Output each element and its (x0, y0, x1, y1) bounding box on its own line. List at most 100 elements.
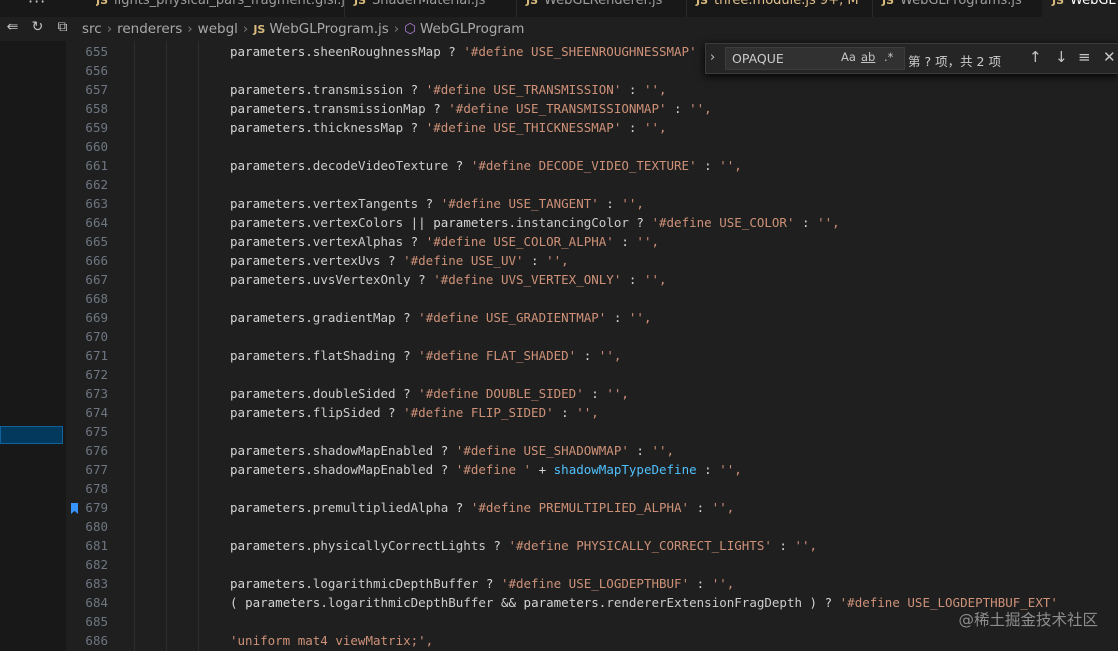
code-token: decodeVideoTexture (312, 158, 449, 173)
code-token: 'uniform mat4 viewMatrix;', (230, 633, 434, 648)
code-token: ? (380, 405, 404, 420)
code-editor[interactable]: parameters.sheenRoughnessMap ? '#define … (230, 41, 1118, 651)
tab-label: WebGLRenderer.js (544, 0, 663, 8)
tab-three-module[interactable]: JS three.module.js 9+, M (686, 0, 873, 17)
line-number: 664 (85, 215, 108, 230)
code-line: parameters.vertexColors || parameters.in… (230, 215, 840, 230)
code-token: '', (643, 120, 667, 135)
copy-icon[interactable]: ⧉ (50, 19, 75, 35)
code-token: parameters. (230, 120, 313, 135)
tab-webgl-program[interactable]: JS WebGL (1042, 0, 1118, 17)
line-number: 671 (85, 348, 108, 363)
tab-bar: ··· JS lights_physical_pars_fragment.glsl… (0, 0, 1118, 17)
code-token: : (689, 576, 712, 591)
selection-icon[interactable]: ≡ (1078, 48, 1091, 66)
line-number: 674 (85, 405, 108, 420)
selected-row[interactable] (0, 426, 63, 444)
code-token: '#define USE_LOGDEPTHBUF' (500, 576, 690, 591)
code-token: '#define USE_GRADIENTMAP' (418, 310, 607, 325)
code-token: : (576, 348, 599, 363)
code-token: ? (395, 310, 419, 325)
chevron-right-icon[interactable]: › (710, 50, 715, 65)
line-number-gutter: 655 656 657 658 659 660 661 662 663 664 665 666 667 6… (66, 41, 186, 651)
find-input[interactable] (725, 47, 905, 70)
line-number: 668 (85, 291, 108, 306)
arrow-down-icon[interactable]: ↓ (1055, 48, 1068, 66)
code-token: parameters. (523, 595, 607, 610)
code-token: '#define PREMULTIPLIED_ALPHA' (470, 500, 690, 515)
code-token: '', (598, 348, 622, 363)
breadcrumb-item[interactable]: webgl (198, 21, 238, 37)
code-token: ? (440, 44, 464, 59)
line-number: 673 (85, 386, 108, 401)
breadcrumb: src › renderers › webgl › JS WebGLProgram.js › ⬡ W… (82, 21, 524, 37)
code-token: '#define USE_COLOR_ALPHA' (425, 234, 614, 249)
code-line: parameters.gradientMap ? '#define USE_GR… (230, 310, 651, 325)
code-line: parameters.shadowMapEnabled ? '#define '… (230, 462, 742, 477)
tab-webgl-renderer[interactable]: JS WebGLRenderer.js (516, 0, 687, 17)
regex-icon[interactable]: .* (884, 50, 893, 64)
code-token: '', (794, 538, 818, 553)
match-case-icon[interactable]: Aa (841, 50, 856, 64)
code-token: && (493, 595, 524, 610)
code-token: parameters. (230, 405, 313, 420)
tab-label: lights_physical_pars_fragment.glsl.js (114, 0, 345, 8)
breadcrumb-item[interactable]: WebGLProgram (420, 21, 524, 37)
code-token: vertexUvs (312, 253, 381, 268)
tab-webgl-programs[interactable]: JS WebGLPrograms.js (872, 0, 1043, 17)
line-number: 659 (85, 120, 108, 135)
indent-guide (198, 41, 199, 651)
code-token: '', (651, 443, 675, 458)
tab-shader-material[interactable]: JS ShaderMaterial.js (344, 0, 517, 17)
breadcrumb-item[interactable]: renderers (117, 21, 182, 37)
code-token: vertexTangents (312, 196, 419, 211)
code-token: '', (719, 462, 742, 477)
tab-lights-physical-pars-fragment[interactable]: JS lights_physical_pars_fragment.glsl.js (96, 0, 345, 17)
code-token: ? (478, 576, 501, 591)
code-token: ? (403, 82, 426, 97)
code-token: ? (433, 443, 456, 458)
line-number: 676 (85, 443, 108, 458)
code-token: parameters. (433, 215, 517, 230)
find-widget: › Aa ab .* 第 ? 项，共 2 项 ↑ ↓ ≡ ✕ (705, 43, 1118, 74)
more-actions-icon[interactable]: ··· (28, 0, 46, 11)
code-token: '#define USE_TRANSMISSION' (425, 82, 622, 97)
code-token: '', (576, 405, 599, 420)
code-token: parameters. (230, 443, 313, 458)
code-token: : (613, 234, 637, 249)
code-token: ( (230, 595, 246, 610)
code-token: : (696, 462, 720, 477)
line-number: 661 (85, 158, 108, 173)
line-number: 681 (85, 538, 108, 553)
breadcrumb-item[interactable]: src (82, 21, 102, 37)
code-token: '', (621, 196, 644, 211)
js-file-icon: JS (882, 0, 895, 7)
code-line: parameters.thicknessMap ? '#define USE_T… (230, 120, 667, 135)
undo-icon[interactable]: ↻ (25, 19, 50, 35)
editor-window: ··· JS lights_physical_pars_fragment.glsl… (0, 0, 1118, 651)
code-token: ? (395, 386, 419, 401)
code-token: : (666, 101, 690, 116)
breadcrumb-item[interactable]: WebGLProgram.js (269, 21, 388, 37)
code-token: flatShading (312, 348, 396, 363)
code-token: : (794, 215, 818, 230)
line-number: 663 (85, 196, 108, 211)
code-token: ? (403, 120, 426, 135)
code-token: doubleSided (312, 386, 396, 401)
split-editor-icon[interactable]: ⇚ (0, 19, 25, 35)
code-line: parameters.sheenRoughnessMap ? '#define … (230, 44, 742, 59)
code-token: : (598, 196, 622, 211)
code-token: : (621, 272, 644, 287)
code-token: '#define USE_TANGENT' (440, 196, 599, 211)
arrow-up-icon[interactable]: ↑ (1029, 48, 1042, 66)
code-token: parameters. (230, 158, 313, 173)
line-number: 680 (85, 519, 108, 534)
whole-word-icon[interactable]: ab (861, 50, 875, 64)
line-number: 685 (85, 614, 108, 629)
code-token: logarithmicDepthBuffer (327, 595, 494, 610)
close-icon[interactable]: ✕ (1103, 48, 1116, 66)
code-token: ? (433, 462, 456, 477)
line-number: 658 (85, 101, 108, 116)
code-token: flipSided (312, 405, 381, 420)
breadcrumb-bar: ⇚ ↻ ⧉ src › renderers › webgl › JS WebGLProgram.j… (0, 17, 1118, 41)
